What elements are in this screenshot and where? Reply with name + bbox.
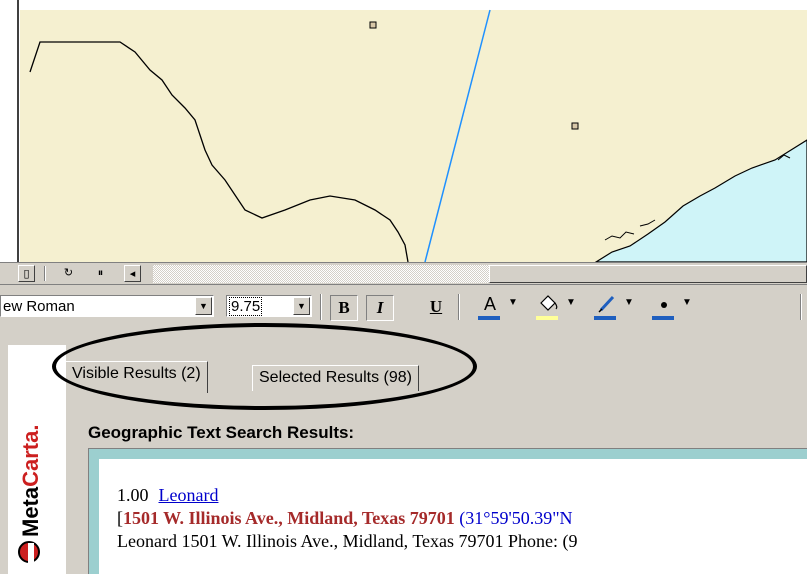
chevron-down-icon[interactable]: ▼ [624, 297, 634, 308]
horizontal-scrollbar-track[interactable] [153, 265, 489, 283]
paint-bucket-icon [535, 293, 561, 315]
result-header-line: 1.00 Leonard [117, 485, 218, 506]
font-color-icon: A [483, 294, 496, 314]
logo-dot-text: . [18, 424, 43, 431]
fill-color-swatch [536, 316, 558, 320]
font-name-value: ew Roman [3, 298, 75, 315]
map-point-marker[interactable] [571, 122, 579, 130]
font-color-tool[interactable]: A ▼ [474, 293, 524, 321]
page-icon[interactable]: ▯ [18, 265, 35, 282]
marker-dot-icon [651, 293, 677, 315]
brand-strip: MetaCarta. [8, 345, 66, 574]
toolbar-separator [320, 294, 322, 320]
results-panel: MetaCarta. Visible Results (2) Selected … [0, 345, 807, 575]
chevron-down-icon[interactable]: ▼ [195, 297, 212, 315]
toolbar-separator [800, 294, 802, 320]
result-address-line: [1501 W. Illinois Ave., Midland, Texas 7… [117, 508, 573, 529]
logo-meta-text: Meta [18, 486, 43, 537]
line-color-tool[interactable]: ▼ [590, 293, 640, 321]
font-size-value: 9.75 [229, 297, 263, 316]
pen-icon [593, 293, 619, 315]
bold-button[interactable]: B [330, 295, 358, 321]
fill-color-tool[interactable]: ▼ [532, 293, 582, 321]
font-color-swatch [478, 316, 500, 320]
toolbar-separator [44, 266, 46, 281]
map-view[interactable] [0, 0, 807, 262]
result-snippet: Leonard 1501 W. Illinois Ave., Midland, … [117, 531, 578, 551]
font-size-combo[interactable]: 9.75 ▼ [226, 295, 312, 317]
chevron-down-icon[interactable]: ▼ [566, 297, 576, 308]
scroll-left-arrow-icon[interactable]: ◂ [124, 265, 141, 282]
chevron-down-icon[interactable]: ▼ [682, 297, 692, 308]
marker-color-tool[interactable]: ▼ [648, 293, 698, 321]
result-title-link[interactable]: Leonard [159, 485, 219, 505]
results-list[interactable]: 1.00 Leonard [1501 W. Illinois Ave., Midl… [99, 459, 807, 575]
tab-visible-results[interactable]: Visible Results (2) [65, 361, 208, 393]
marker-color-swatch [652, 316, 674, 320]
tab-selected-results[interactable]: Selected Results (98) [252, 365, 419, 391]
result-score: 1.00 [117, 485, 149, 505]
italic-button[interactable]: I [366, 295, 394, 321]
logo-carta-text: Carta [18, 430, 43, 487]
result-address[interactable]: 1501 W. Illinois Ave., Midland, Texas 79… [123, 508, 455, 528]
results-heading: Geographic Text Search Results: [88, 423, 355, 442]
pause-icon[interactable]: ⏸ [92, 265, 109, 282]
formatting-toolbar: ew Roman ▼ 9.75 ▼ B I U A ▼ ▼ ▼ ▼ [0, 285, 807, 345]
underline-button[interactable]: U [422, 295, 450, 321]
metacarta-globe-icon [18, 541, 40, 563]
horizontal-scrollbar-thumb[interactable] [489, 265, 807, 283]
result-coordinates: (31°59'50.39"N [459, 508, 573, 528]
results-frame: 1.00 Leonard [1501 W. Illinois Ave., Midl… [88, 448, 807, 575]
chevron-down-icon[interactable]: ▼ [293, 297, 310, 315]
font-name-combo[interactable]: ew Roman ▼ [0, 295, 214, 317]
toolbar-separator [458, 294, 460, 320]
map-toolbar: ▯ ↻ ⏸ ◂ [0, 262, 807, 285]
chevron-down-icon[interactable]: ▼ [508, 297, 518, 308]
map-point-marker[interactable] [369, 21, 377, 29]
refresh-icon[interactable]: ↻ [60, 265, 77, 282]
map-canvas[interactable] [0, 0, 807, 262]
metacarta-logo: MetaCarta. [18, 425, 44, 538]
line-color-swatch [594, 316, 616, 320]
